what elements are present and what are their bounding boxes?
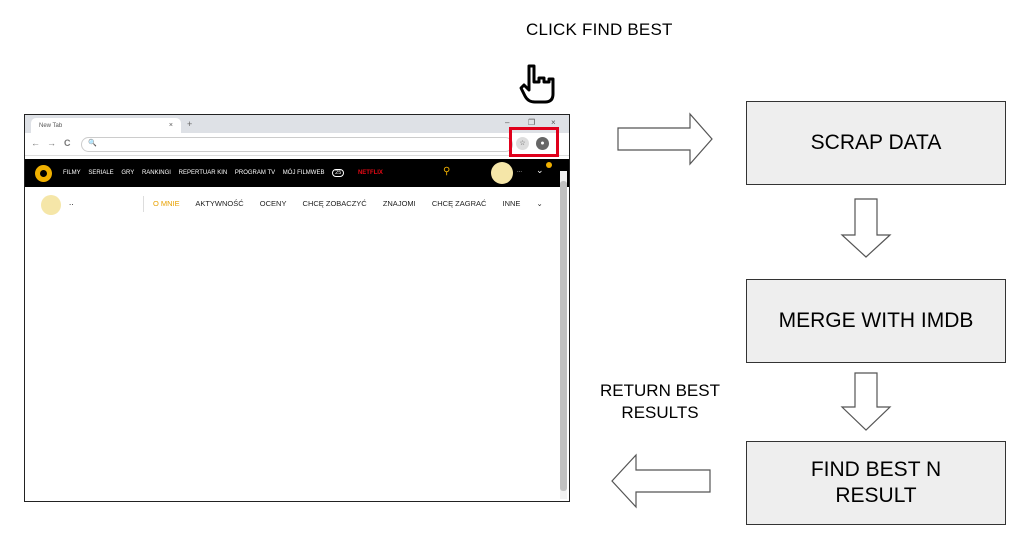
scrap-data-label: SCRAP DATA xyxy=(810,130,942,154)
scrap-data-box: SCRAP DATA xyxy=(746,101,1006,185)
merge-imdb-label: MERGE WITH IMDB xyxy=(778,308,974,332)
arrow-left-icon xyxy=(611,453,711,509)
return-best-label: RETURN BEST RESULTS xyxy=(600,381,720,423)
arrow-down-icon xyxy=(840,198,892,258)
find-best-label: FIND BEST N RESULT xyxy=(810,457,942,507)
arrow-right-icon xyxy=(617,112,713,166)
arrow-down-icon xyxy=(840,372,892,431)
find-best-box: FIND BEST N RESULT xyxy=(746,441,1006,525)
merge-imdb-box: MERGE WITH IMDB xyxy=(746,279,1006,363)
